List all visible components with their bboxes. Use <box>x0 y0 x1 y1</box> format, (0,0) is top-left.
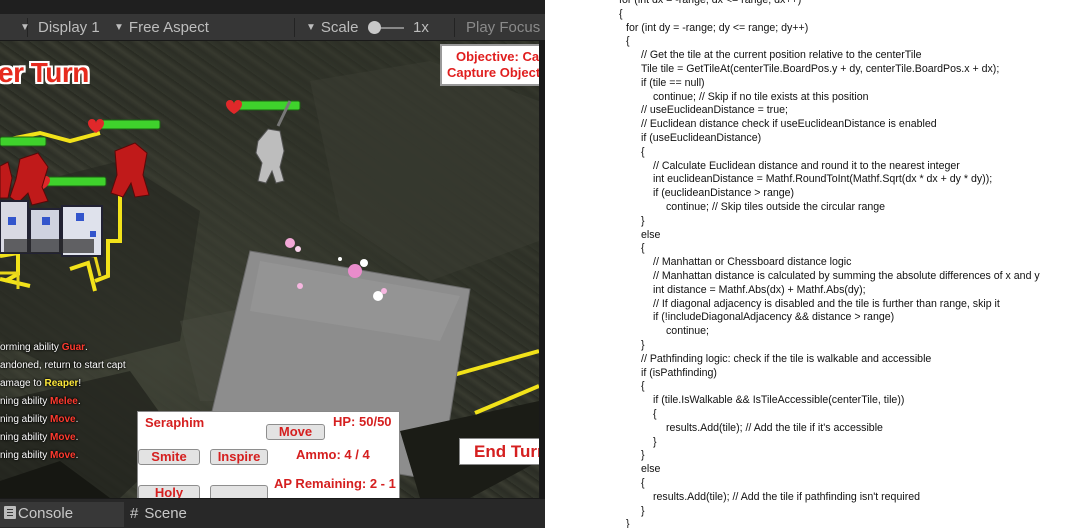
code-line: } <box>641 339 645 351</box>
tab-scene-label: Scene <box>144 505 187 522</box>
tab-scene[interactable]: # Scene <box>130 505 187 522</box>
health-bar <box>39 176 107 187</box>
objective-box: Objective: Cap Capture Objecti <box>440 44 539 86</box>
editor-bottom-tabs: Console # Scene <box>0 498 545 528</box>
toolbar-separator <box>454 18 455 37</box>
chevron-down-icon: ▼ <box>20 22 30 33</box>
code-line: } <box>641 504 645 517</box>
scale-control: ▼ Scale <box>306 19 358 36</box>
log-row: ning ability Move. <box>0 450 79 461</box>
code-line: Tile tile = GetTileAt(centerTile.BoardPo… <box>641 63 1000 75</box>
aspect-dropdown[interactable]: ▼ Free Aspect <box>114 19 209 36</box>
heart-icon <box>88 119 104 133</box>
code-line: } <box>641 214 645 227</box>
display-dropdown[interactable]: Display 1 <box>38 19 100 36</box>
code-line: continue; <box>666 325 709 338</box>
chevron-down-icon: ▼ <box>306 22 316 33</box>
unit-ammo: Ammo: 4 / 4 <box>296 447 370 462</box>
chevron-down-icon: ▼ <box>114 22 124 33</box>
code-line: results.Add(tile); // Add the tile if it… <box>666 421 883 434</box>
code-line: int distance = Mathf.Abs(dx) + Mathf.Abs… <box>653 283 866 296</box>
empty-ability-button[interactable] <box>210 485 268 498</box>
code-line: { <box>626 35 630 48</box>
turn-title: er Turn <box>0 57 89 88</box>
code-line: { <box>619 7 623 20</box>
code-line: if (tile.IsWalkable && IsTileAccessible(… <box>653 394 905 407</box>
aspect-label: Free Aspect <box>128 19 209 36</box>
scale-slider-thumb[interactable] <box>368 21 381 34</box>
code-line: if (isPathfinding) <box>641 366 717 379</box>
display-label: Display 1 <box>38 19 100 36</box>
play-focus-dropdown[interactable]: Play Focus <box>466 19 540 36</box>
editor-top-strip <box>0 0 545 14</box>
log-row: ning ability Move. <box>0 414 79 425</box>
tab-console-label: Console <box>18 505 74 522</box>
console-icon-line <box>7 512 13 513</box>
log-row: ning ability Melee. <box>0 396 81 407</box>
console-icon-line <box>7 515 13 516</box>
log-row: andoned, return to start capt <box>0 360 126 371</box>
code-line: } <box>653 435 657 448</box>
log-row: amage to Reaper! <box>0 378 82 389</box>
code-line: // Pathfinding logic: check if the tile … <box>641 352 932 365</box>
console-icon-line <box>7 509 13 510</box>
code-line: for (int dx = -range; dx <= range; dx++) <box>619 0 802 6</box>
code-line: if (useEuclideanDistance) <box>641 132 762 144</box>
code-line: // Manhattan or Chessboard distance logi… <box>653 256 852 269</box>
code-line: { <box>641 242 645 255</box>
unit-hp: HP: 50/50 <box>333 414 392 429</box>
code-line: if (euclideanDistance > range) <box>653 187 795 200</box>
code-document[interactable]: for (int dx = -range; dx <= range; dx++)… <box>545 0 1086 528</box>
code-line: // Calculate Euclidean distance and roun… <box>653 159 960 172</box>
code-line: continue; // Skip if no tile exists at t… <box>653 90 869 103</box>
smite-button[interactable]: Smite <box>138 449 200 465</box>
health-bar <box>0 136 47 147</box>
health-bar <box>97 119 161 130</box>
allied-robots <box>0 200 103 257</box>
log-row: orming ability Guar. <box>0 342 88 353</box>
tab-console[interactable]: Console <box>0 502 124 527</box>
objective-line: Objective: Cap <box>456 49 539 64</box>
code-line: { <box>641 380 645 393</box>
terrain-patch <box>310 61 539 281</box>
code-line: if (tile == null) <box>641 76 705 89</box>
holy-light-button[interactable]: Holy Light <box>138 485 200 498</box>
code-line: // Euclidean distance check if useEuclid… <box>641 118 937 131</box>
unity-editor: Display 1 ▼ Free Aspect ▼ Scale 1x Play Fo… <box>0 0 545 528</box>
code-line: // Manhattan distance is calculated by s… <box>653 270 1040 282</box>
code-line: } <box>641 449 645 462</box>
code-line: for (int dy = -range; dy <= range; dy++) <box>626 21 809 34</box>
code-line: // If diagonal adjacency is disabled and… <box>653 297 1000 310</box>
code-line: int euclideanDistance = Mathf.RoundToInt… <box>653 173 993 186</box>
code-line: } <box>626 518 630 528</box>
code-line: { <box>641 477 645 489</box>
log-row: ning ability Move. <box>0 432 79 443</box>
code-line: { <box>653 408 657 420</box>
game-viewport[interactable]: er Turn Objective: Cap Capture Objecti o… <box>0 41 539 498</box>
code-line: else <box>641 228 661 241</box>
unit-panel: Seraphim HP: 50/50 Move Smite Inspire Am… <box>137 411 400 498</box>
objective-line: Capture Objecti <box>447 65 539 80</box>
hash-icon: # <box>130 505 139 522</box>
toolbar-separator <box>294 18 295 37</box>
code-line: if (!includeDiagonalAdjacency && distanc… <box>653 311 895 324</box>
unit-name: Seraphim <box>145 415 205 430</box>
red-mech <box>9 152 49 206</box>
scale-label: Scale <box>320 19 359 36</box>
inspire-button[interactable]: Inspire <box>210 449 268 465</box>
player-unit-seraphim[interactable] <box>255 100 292 184</box>
code-line: results.Add(tile); // Add the tile if pa… <box>653 490 921 503</box>
scale-value: 1x <box>413 19 429 36</box>
game-view-toolbar: Display 1 ▼ Free Aspect ▼ Scale 1x Play Fo… <box>0 14 545 41</box>
end-turn-button[interactable]: End Turn <box>459 438 539 465</box>
combat-log: orming ability Guar. andoned, return to … <box>0 339 160 465</box>
unit-ap: AP Remaining: 2 - 1 <box>274 476 396 491</box>
move-button[interactable]: Move <box>266 424 325 440</box>
code-line: // useEuclideanDistance = true; <box>641 104 788 117</box>
code-line: // Get the tile at the current position … <box>641 49 922 62</box>
code-line: else <box>641 463 661 476</box>
code-line: continue; // Skip tiles outside the circ… <box>666 201 886 213</box>
code-line: { <box>641 145 645 158</box>
